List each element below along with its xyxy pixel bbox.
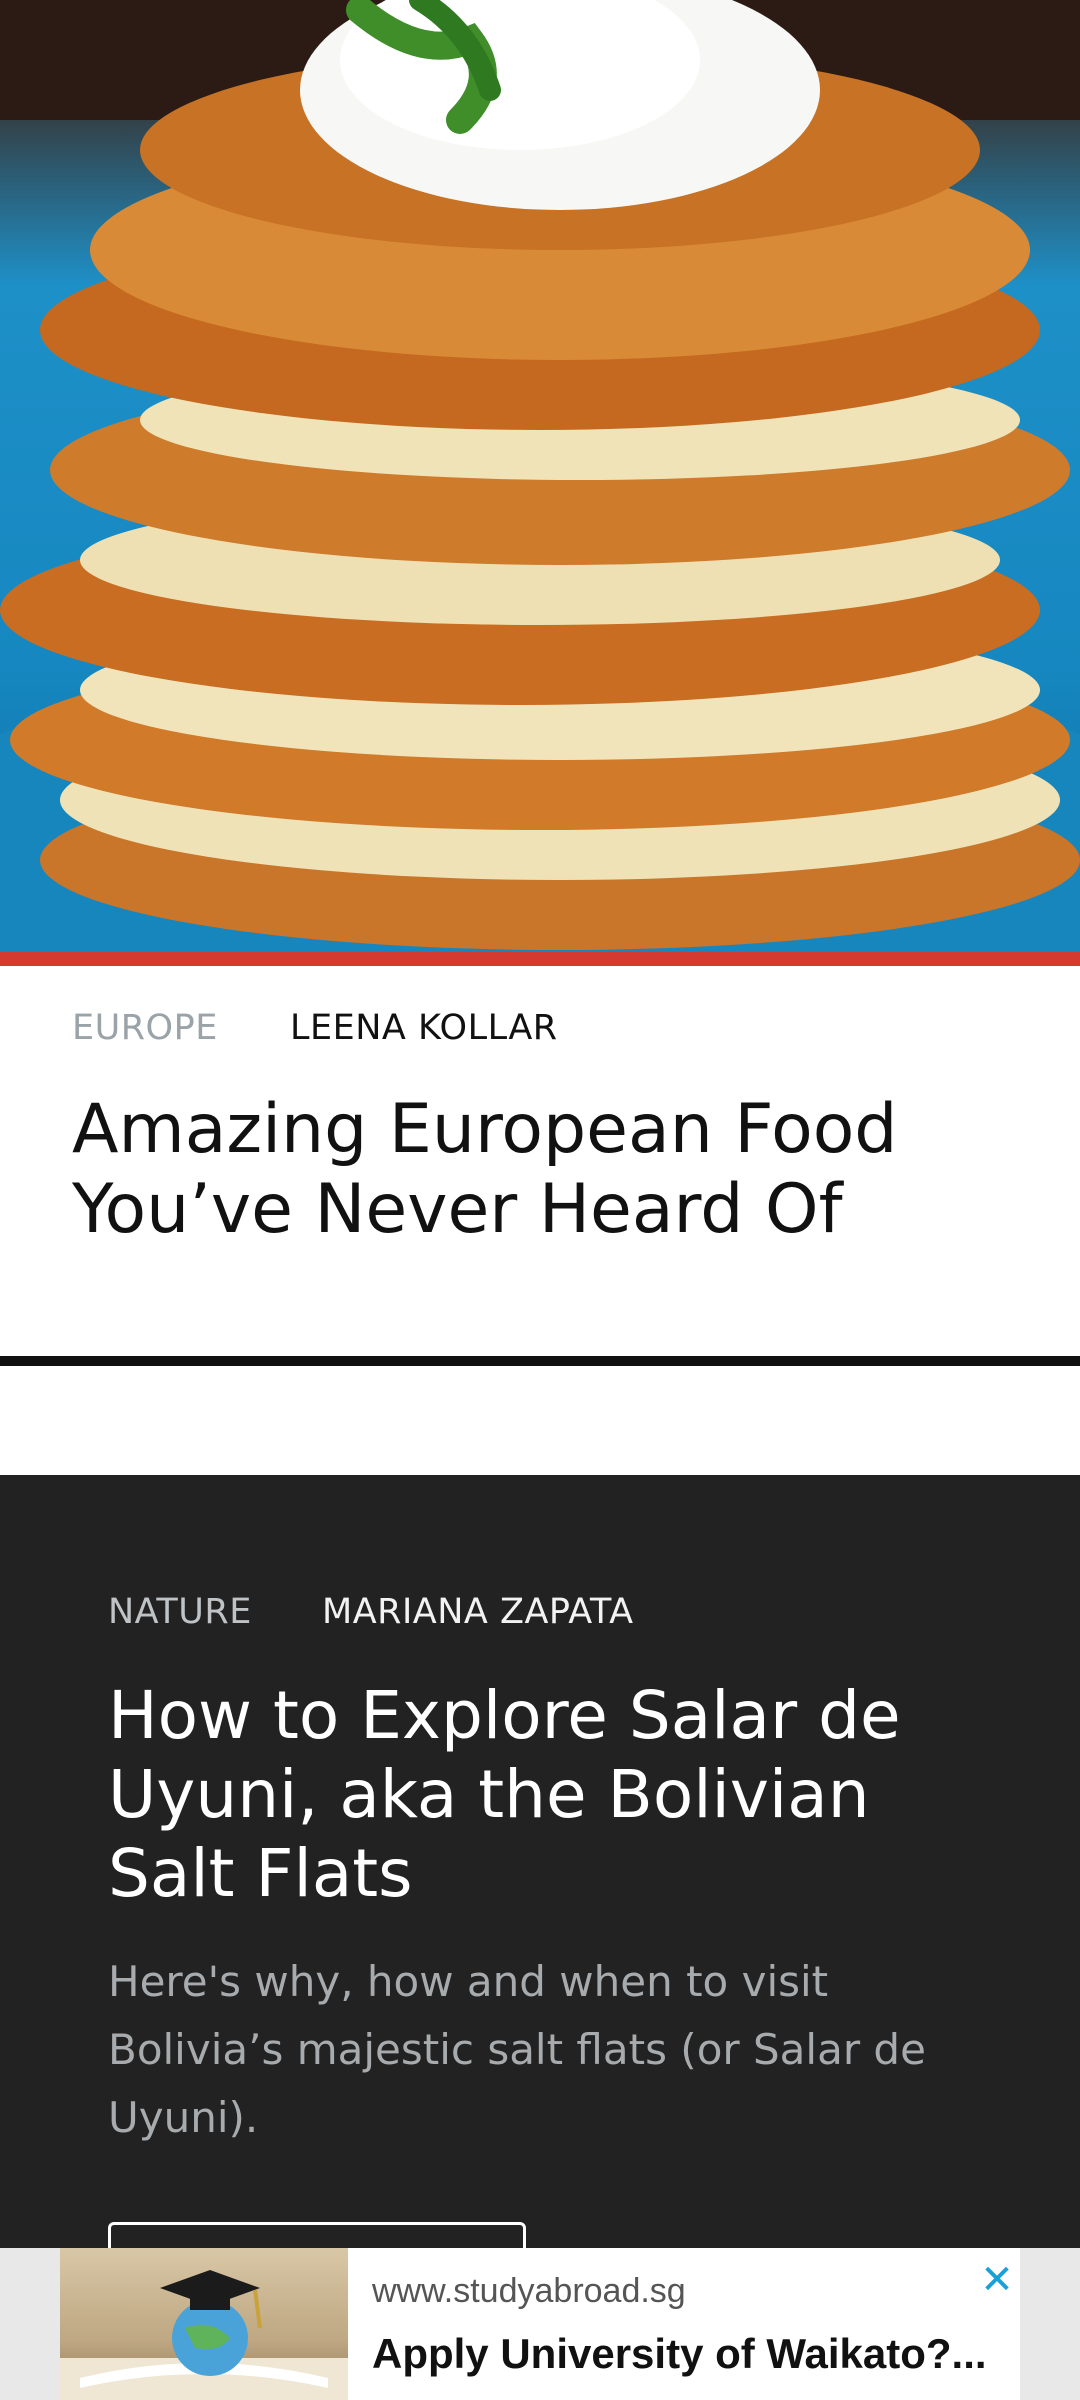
ad-image[interactable] xyxy=(60,2248,348,2400)
ad-title[interactable]: Apply University of Waikato?... xyxy=(372,2330,1002,2378)
ad-url[interactable]: www.studyabroad.sg xyxy=(372,2272,686,2311)
ad-banner[interactable]: www.studyabroad.sg Apply University of W… xyxy=(60,2248,1020,2400)
section-divider xyxy=(0,1356,1080,1366)
category-accent-bar xyxy=(0,952,1080,966)
article-title[interactable]: Amazing European Food You’ve Never Heard… xyxy=(72,1090,1032,1250)
article-category[interactable]: EUROPE xyxy=(72,1008,218,1048)
article-title[interactable]: How to Explore Salar de Uyuni, aka the B… xyxy=(108,1676,1008,1913)
graduation-globe-image xyxy=(60,2270,348,2400)
article-author[interactable]: MARIANA ZAPATA xyxy=(322,1592,634,1632)
article-description: Here's why, how and when to visit Bolivi… xyxy=(108,1957,926,2142)
potato-pancakes-illustration xyxy=(0,0,1080,952)
article-category[interactable]: NATURE xyxy=(108,1592,252,1632)
article-hero-image[interactable] xyxy=(0,0,1080,952)
article-author[interactable]: LEENA KOLLAR xyxy=(290,1008,558,1048)
close-icon[interactable]: ✕ xyxy=(975,2258,1019,2302)
